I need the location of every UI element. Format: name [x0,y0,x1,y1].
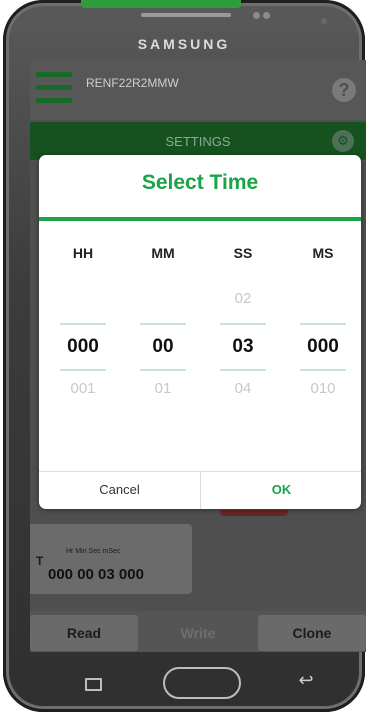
phone-frame: SAMSUNG RENF22R2MMW ? SETTINGS ⚙ T Hr Mi… [3,0,366,712]
picker-divider [220,323,266,325]
read-button[interactable]: Read [30,615,138,651]
time-card: T Hr Min Sec mSec 000 00 03 000 [30,524,192,594]
dialog-title: Select Time [141,171,259,194]
seconds-next[interactable]: 04 [203,380,283,397]
gear-icon[interactable]: ⚙ [332,130,354,152]
picker-divider [140,323,186,325]
time-units-label: Hr Min Sec mSec [66,548,121,555]
earpiece-speaker [141,13,231,17]
clone-button[interactable]: Clone [258,615,366,651]
picker-divider [300,323,346,325]
cancel-button[interactable]: Cancel [39,471,200,509]
select-time-dialog: Select Time HH 000 001 MM 00 01 SS 02 03… [39,155,361,509]
menu-key-icon[interactable] [85,678,102,691]
ok-button[interactable]: OK [201,471,361,509]
minutes-value[interactable]: 00 [123,336,203,358]
milliseconds-value[interactable]: 000 [283,336,361,358]
device-brand: SAMSUNG [137,36,231,52]
minutes-header: MM [151,245,175,261]
picker-divider [220,369,266,371]
device-id-label: RENF22R2MMW [86,76,179,90]
hours-next[interactable]: 001 [43,380,123,397]
dialog-title-divider [39,217,361,221]
minutes-next[interactable]: 01 [123,380,203,397]
hours-value[interactable]: 000 [43,336,123,358]
action-button-row: Read Write Clone [30,611,366,652]
light-sensor [263,12,270,19]
time-prefix: T [36,554,44,568]
settings-title: SETTINGS [165,134,231,149]
milliseconds-header: MS [312,245,334,261]
proximity-sensor [253,12,260,19]
picker-divider [300,369,346,371]
picker-divider [140,369,186,371]
home-key-icon[interactable] [163,667,241,699]
seconds-value[interactable]: 03 [203,336,283,358]
picker-divider [60,323,106,325]
app-header: RENF22R2MMW ? [30,60,366,120]
seconds-header: SS [233,245,253,261]
hours-header: HH [72,245,94,261]
help-icon[interactable]: ? [332,78,356,102]
status-indicator [220,510,288,516]
menu-icon[interactable] [36,72,72,106]
time-value: 000 00 03 000 [48,566,144,583]
back-key-icon[interactable]: ↩ [293,670,319,690]
milliseconds-next[interactable]: 010 [283,380,361,397]
app-screen: RENF22R2MMW ? SETTINGS ⚙ T Hr Min Sec mS… [30,60,366,652]
picker-divider [60,369,106,371]
write-button[interactable]: Write [144,615,252,651]
status-strip [81,0,241,8]
seconds-previous[interactable]: 02 [203,290,283,307]
front-camera [321,18,327,24]
